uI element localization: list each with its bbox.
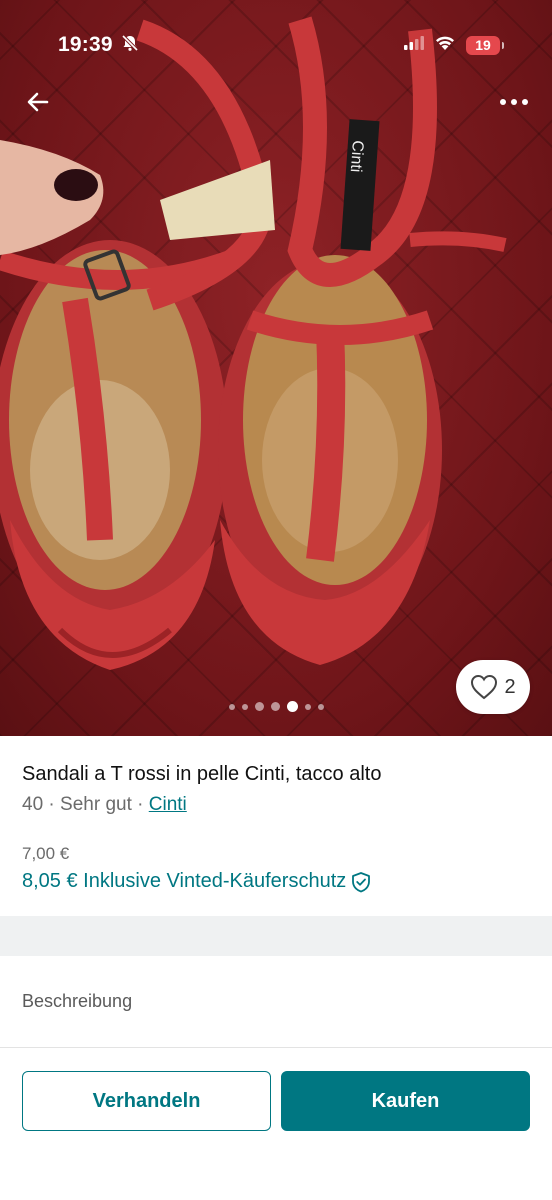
carousel-dot[interactable] [304, 703, 311, 710]
listing-title: Sandali a T rossi in pelle Cinti, tacco … [22, 763, 382, 785]
more-options-button[interactable] [494, 82, 534, 122]
listing-info: Sandali a T rossi in pelle Cinti, tacco … [0, 736, 552, 916]
negotiate-button[interactable]: Verhandeln [22, 1071, 271, 1131]
carousel-dot[interactable] [254, 702, 264, 711]
carousel-dot-active[interactable] [286, 701, 298, 712]
meta-separator: · [137, 794, 144, 815]
size-value: 40 [22, 794, 44, 815]
status-time: 19:39 [58, 33, 113, 56]
back-button[interactable] [18, 82, 58, 122]
section-divider [0, 916, 552, 956]
bell-slash-icon [121, 34, 139, 57]
description-section: Beschreibung [0, 956, 552, 1048]
arrow-left-icon [27, 92, 49, 112]
buy-button[interactable]: Kaufen [281, 1071, 530, 1131]
meta-separator: · [48, 794, 55, 815]
carousel-dot[interactable] [228, 703, 235, 710]
battery-indicator: 19 [466, 35, 504, 55]
more-dots-icon [500, 99, 528, 105]
shield-check-icon [352, 871, 371, 892]
description-heading: Beschreibung [22, 991, 133, 1011]
brand-link[interactable]: Cinti [149, 794, 187, 815]
listing-meta: 40 · Sehr gut · Cinti [22, 794, 187, 816]
carousel-dot[interactable] [270, 702, 280, 711]
wifi-icon [434, 35, 456, 56]
product-image: Cinti [0, 16, 507, 670]
signal-icon [404, 35, 424, 55]
status-bar: 19:39 19 [0, 0, 552, 90]
brand-label-text: Cinti [347, 140, 366, 173]
condition-value: Sehr gut [60, 794, 132, 815]
carousel-dot[interactable] [241, 703, 248, 710]
carousel-dot[interactable] [317, 703, 324, 710]
hand [0, 140, 104, 255]
buyer-protection-price[interactable]: 8,05 € Inklusive Vinted-Käuferschutz [22, 870, 372, 893]
carousel-indicator [0, 701, 552, 712]
right-sandal: Cinti [218, 16, 507, 665]
listing-photo[interactable]: Cinti 19:39 19 2 [0, 0, 552, 736]
heart-icon [471, 674, 498, 700]
favourite-count: 2 [504, 675, 516, 698]
action-bar: Verhandeln Kaufen [0, 1048, 552, 1200]
item-price: 7,00 € [22, 844, 70, 863]
total-price-text: 8,05 € Inklusive Vinted-Käuferschutz [22, 870, 347, 892]
